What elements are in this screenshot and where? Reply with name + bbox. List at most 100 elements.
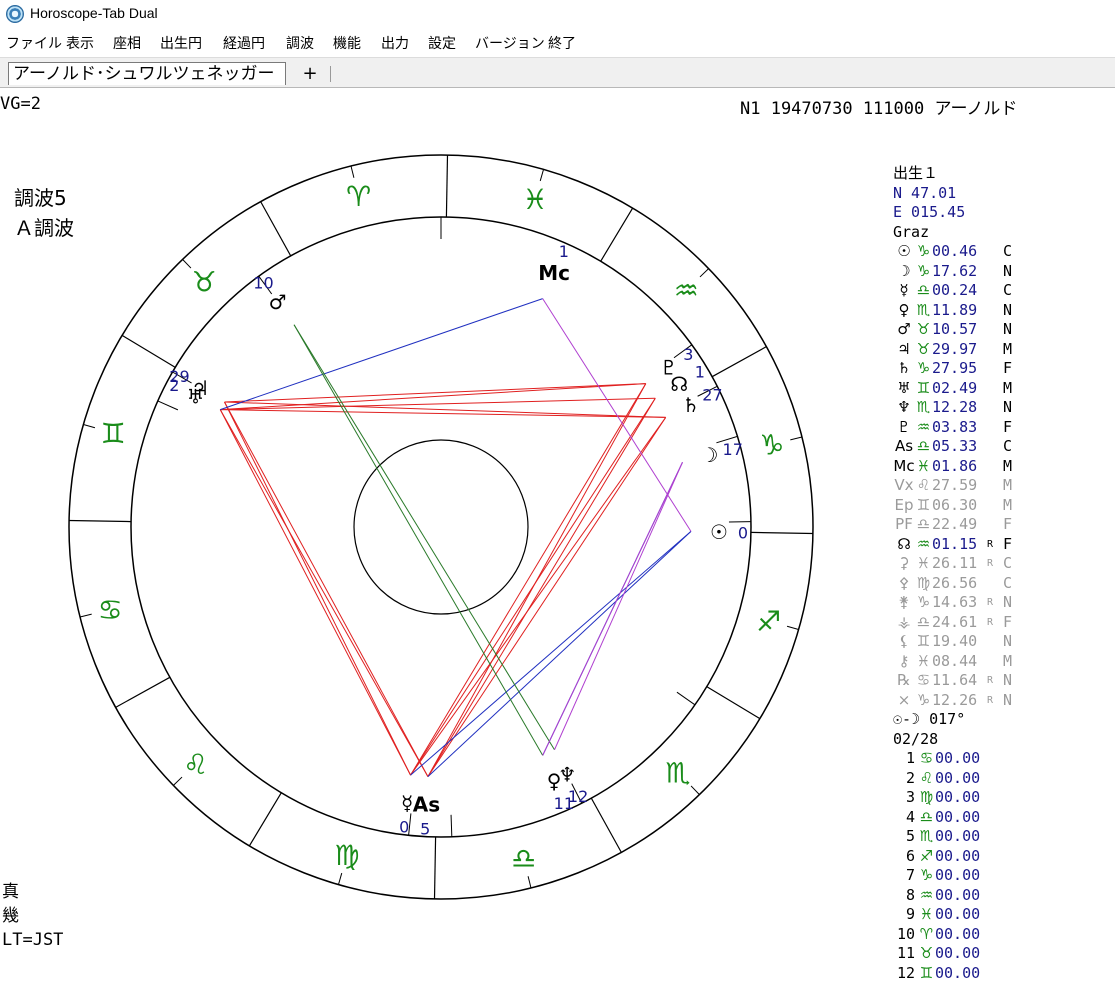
retrograde-mark: R: [987, 691, 993, 710]
aspect-line: [220, 410, 428, 777]
half-tick: [700, 269, 709, 277]
planet-row: ⚳♓26.11RC: [893, 554, 1115, 574]
planet-degree: 06.30: [932, 496, 977, 514]
aspect-line: [224, 402, 410, 775]
planet-row: ☉♑00.46C: [893, 242, 1115, 262]
menu-settings[interactable]: 設定: [428, 33, 456, 53]
outer-ring: [69, 155, 813, 899]
retrograde-mark: R: [987, 535, 993, 554]
half-tick: [80, 614, 92, 617]
zodiac-sign-icon: ♑: [918, 866, 935, 885]
planet-glyph-icon: ♀: [893, 301, 915, 320]
horoscope-wheel[interactable]: ♈♓♒♑♐♏♎♍♌♋♊♉ Mc1♂10♃29♅2♇3☊1♄27☽17☉0♆12♀…: [0, 120, 880, 940]
half-tick: [790, 437, 802, 440]
half-tick: [528, 876, 531, 888]
planet-glyph-icon: ♂: [893, 320, 915, 339]
planet-degree-label: 3: [683, 345, 693, 364]
planet-code: M: [1003, 496, 1017, 515]
house-number: 2: [893, 769, 915, 788]
house-degree: 00.00: [935, 944, 980, 962]
sign-divider: [249, 793, 281, 846]
planet-degree: 11.89: [932, 301, 977, 319]
planet-degree: 03.83: [932, 418, 977, 436]
planet-glyph-icon: As: [413, 793, 440, 817]
planet-degree: 27.59: [932, 476, 977, 494]
house-degree: 00.00: [935, 769, 980, 787]
sign-divider: [712, 347, 766, 377]
planet-row: ♃♉29.97M: [893, 340, 1115, 360]
house-number: 7: [893, 866, 915, 885]
house-number: 9: [893, 905, 915, 924]
menu-exit[interactable]: 終了: [548, 33, 576, 53]
menu-output[interactable]: 出力: [381, 33, 409, 53]
aspect-line: [543, 462, 683, 755]
planet-code: N: [1003, 671, 1017, 690]
planet-code: M: [1003, 340, 1017, 359]
house-number: 3: [893, 788, 915, 807]
title-bar: Horoscope-Tab Dual: [0, 0, 1115, 28]
planet-glyph-icon: Mc: [538, 261, 570, 285]
planet-glyph-icon: ♇: [893, 418, 915, 437]
footer-true: 真: [2, 880, 63, 904]
planet-degree-label: 1: [559, 242, 569, 261]
zodiac-sign-icon: ♈: [918, 925, 935, 944]
planet-code: N: [1003, 301, 1017, 320]
house-number: 8: [893, 886, 915, 905]
zodiac-sign-icon: ♏: [665, 756, 690, 789]
menu-aspects[interactable]: 座相: [113, 33, 141, 53]
house-row: 8♒00.00: [893, 886, 1115, 906]
planet-glyph-icon: ♅: [893, 379, 915, 398]
zodiac-sign-icon: ♒: [915, 418, 932, 437]
menu-transit-wheel[interactable]: 経過円: [223, 33, 265, 53]
menu-natal-wheel[interactable]: 出生円: [160, 33, 202, 53]
retrograde-mark: R: [987, 613, 993, 632]
planet-code: C: [1003, 554, 1017, 573]
planet-degree: 27.95: [932, 359, 977, 377]
planet-degree-label: 2: [169, 376, 179, 395]
planet-degree-label: 17: [723, 440, 743, 459]
house-degree: 00.00: [935, 866, 980, 884]
sun-moon-angle: ☉-☽ 017°: [893, 710, 1115, 730]
planet-glyph-icon: Vx: [893, 476, 915, 495]
menu-file[interactable]: ファイル: [6, 33, 62, 53]
planet-row: ♇♒03.83F: [893, 418, 1115, 438]
planet-degree: 19.40: [932, 632, 977, 650]
planet-row: ℞♋11.64RN: [893, 671, 1115, 691]
house-degree: 00.00: [935, 847, 980, 865]
retrograde-mark: R: [987, 671, 993, 690]
sign-divider: [435, 837, 436, 899]
planet-glyph-icon: ☉: [893, 242, 915, 261]
house-number: 6: [893, 847, 915, 866]
planet-degree-label: 1: [695, 362, 705, 381]
planet-row: ☽♑17.62N: [893, 262, 1115, 282]
menu-functions[interactable]: 機能: [333, 33, 361, 53]
longitude: E 015.45: [893, 203, 1115, 223]
retrograde-mark: R: [987, 593, 993, 612]
zodiac-sign-icon: ♉: [915, 340, 932, 359]
planet-degree: 08.44: [932, 652, 977, 670]
zodiac-sign-icon: ♋: [918, 749, 935, 768]
menu-harmonics[interactable]: 調波: [286, 33, 314, 53]
house-number: 12: [893, 964, 915, 983]
menu-view[interactable]: 表示: [66, 33, 94, 53]
sign-divider: [261, 202, 291, 256]
tab-chart[interactable]: アーノルド･シュワルツェネッガー: [8, 62, 286, 85]
planet-glyph-icon: ×: [893, 691, 915, 710]
add-tab-button[interactable]: +: [294, 63, 326, 85]
menu-version[interactable]: バージョン: [475, 33, 545, 53]
half-tick: [83, 424, 95, 427]
planet-degree: 22.49: [932, 515, 977, 533]
house-degree: 00.00: [935, 788, 980, 806]
window-title: Horoscope-Tab Dual: [30, 5, 158, 21]
sign-divider: [707, 687, 760, 719]
aspect-line: [411, 384, 646, 776]
planet-degree-label: 10: [253, 274, 273, 293]
aspect-line: [428, 398, 655, 776]
zodiac-sign-icon: ♑: [915, 691, 932, 710]
planet-degree: 00.46: [932, 242, 977, 260]
footer-timezone: LT=JST: [2, 928, 63, 952]
planet-code: F: [1003, 515, 1017, 534]
house-number: 11: [893, 944, 915, 963]
zodiac-sign-icon: ♑: [915, 262, 932, 281]
sign-divider: [601, 208, 633, 261]
